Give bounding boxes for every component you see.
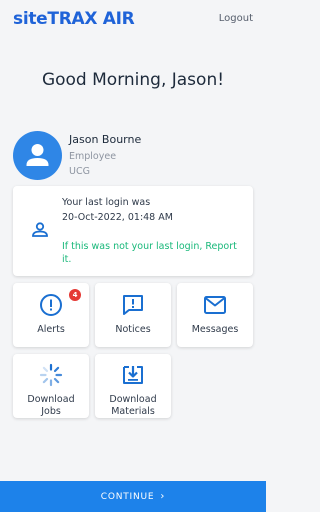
- mail-icon: [177, 294, 253, 320]
- app-logo: siteTRAX AIR: [13, 9, 135, 29]
- continue-button[interactable]: CONTINUE ›: [0, 481, 266, 512]
- logout-link[interactable]: Logout: [219, 13, 253, 24]
- alerts-count-badge: 4: [69, 289, 81, 301]
- greeting-title: Good Morning, Jason!: [41, 70, 225, 90]
- tile-label-alerts: Alerts: [37, 324, 65, 335]
- user-role: Employee: [69, 151, 117, 162]
- last-login-card: Your last login was 20-Oct-2022, 01:48 A…: [13, 186, 253, 276]
- avatar: [13, 131, 62, 180]
- last-login-label: Your last login was: [62, 197, 151, 208]
- notice-bubble-icon: [95, 293, 171, 321]
- notices-tile[interactable]: Notices: [95, 283, 171, 347]
- download-tray-icon: [95, 363, 171, 391]
- alerts-tile[interactable]: 4 Alerts: [13, 283, 89, 347]
- user-name: Jason Bourne: [69, 133, 142, 146]
- report-login-link[interactable]: If this was not your last login, Report …: [62, 240, 247, 266]
- tile-label-download-jobs: Download Jobs: [27, 394, 75, 417]
- tile-label-download-materials: Download Materials: [109, 394, 157, 417]
- continue-label: CONTINUE: [100, 492, 155, 502]
- chevron-right-icon: ›: [160, 491, 166, 502]
- loading-spinner-icon: [13, 363, 89, 391]
- tile-label-messages: Messages: [191, 324, 239, 335]
- download-jobs-tile[interactable]: Download Jobs: [13, 354, 89, 418]
- last-login-timestamp: 20-Oct-2022, 01:48 AM: [62, 212, 173, 223]
- tile-label-notices: Notices: [115, 324, 151, 335]
- download-materials-tile[interactable]: Download Materials: [95, 354, 171, 418]
- user-icon: [31, 221, 49, 243]
- person-icon: [26, 144, 49, 166]
- app-header: siteTRAX AIR Logout: [0, 0, 266, 42]
- user-org: UCG: [69, 166, 90, 177]
- messages-tile[interactable]: Messages: [177, 283, 253, 347]
